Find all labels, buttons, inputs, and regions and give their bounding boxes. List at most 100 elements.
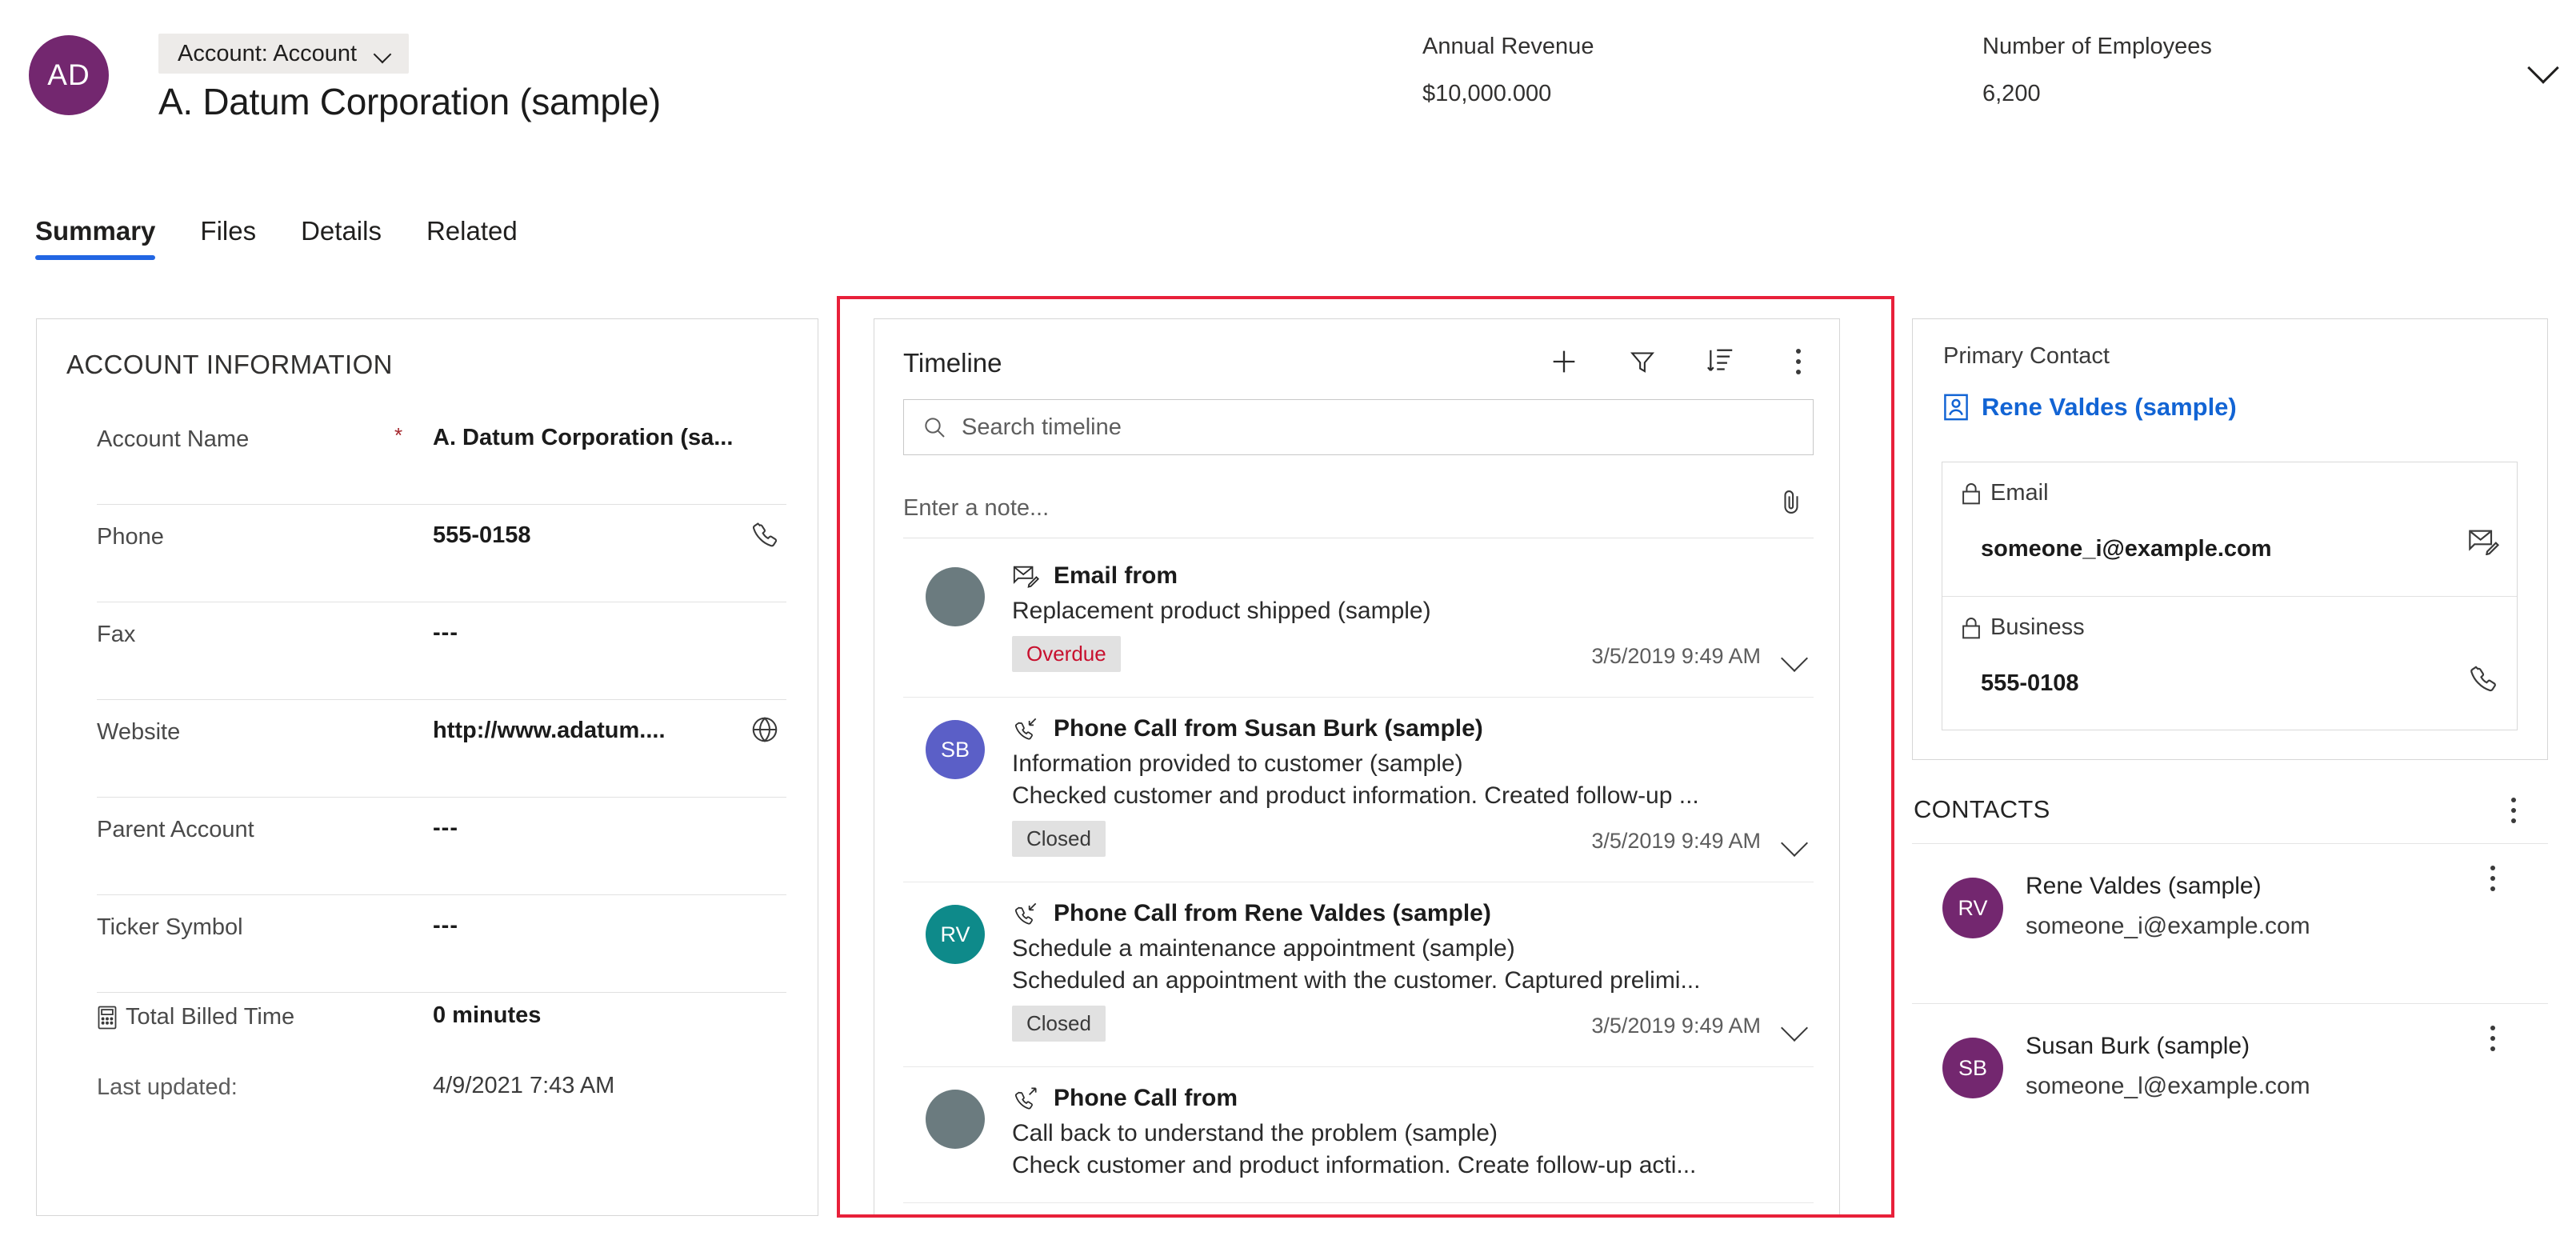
field-value-total-billed-time: 0 minutes bbox=[433, 1002, 542, 1028]
header-stat-value: 6,200 bbox=[1982, 81, 2041, 106]
field-value-account-name[interactable]: A. Datum Corporation (sa... bbox=[433, 425, 733, 451]
search-icon bbox=[922, 414, 947, 440]
email-icon bbox=[1012, 564, 1039, 588]
header-stat-label: Number of Employees bbox=[1982, 34, 2212, 59]
tab-files[interactable]: Files bbox=[200, 216, 256, 260]
chevron-down-icon[interactable] bbox=[1780, 1012, 1810, 1042]
form-tabs: Summary Files Details Related bbox=[35, 216, 518, 260]
search-placeholder: Search timeline bbox=[962, 414, 1122, 440]
timeline-entry-type: Phone Call from bbox=[1054, 1085, 1238, 1111]
field-label-total-billed-time: Total Billed Time bbox=[97, 1004, 294, 1030]
globe-icon[interactable] bbox=[750, 714, 780, 745]
contacts-header: CONTACTS bbox=[1912, 784, 2548, 843]
sort-icon[interactable] bbox=[1703, 344, 1738, 379]
primary-contact-link-text: Rene Valdes (sample) bbox=[1982, 393, 2237, 421]
contacts-heading: CONTACTS bbox=[1914, 795, 2050, 823]
chevron-down-icon bbox=[374, 46, 391, 62]
more-icon[interactable] bbox=[2476, 860, 2510, 897]
avatar bbox=[926, 1090, 985, 1149]
timeline-entry[interactable]: SB Phone Call from Susan Burk (sample) I… bbox=[903, 698, 1814, 882]
field-label-text: Business bbox=[1990, 614, 2085, 640]
status-badge: Closed bbox=[1012, 1006, 1106, 1042]
field-value-phone[interactable]: 555-0158 bbox=[433, 522, 531, 549]
timeline-entry-footer: Closed 3/5/2019 9:49 AM bbox=[1012, 821, 1814, 867]
email-edit-icon[interactable] bbox=[2467, 528, 2499, 560]
field-value-fax[interactable]: --- bbox=[433, 620, 458, 646]
timeline-entry-heading: Phone Call from Susan Burk (sample) bbox=[1012, 715, 1814, 742]
filter-icon[interactable] bbox=[1625, 344, 1660, 379]
timeline-entry-heading: Phone Call from bbox=[1012, 1085, 1814, 1112]
contact-name: Susan Burk (sample) bbox=[2026, 1033, 2250, 1059]
record-header: AD Account: Account A. Datum Corporation… bbox=[0, 0, 2576, 172]
avatar: RV bbox=[1942, 878, 2003, 938]
field-row-last-updated: Last updated: 4/9/2021 7:43 AM bbox=[97, 1070, 786, 1142]
timeline-entry[interactable]: RV Phone Call from Rene Valdes (sample) … bbox=[903, 882, 1814, 1067]
contact-name: Rene Valdes (sample) bbox=[2026, 873, 2262, 899]
account-information-fields: Account Name * A. Datum Corporation (sa.… bbox=[97, 407, 786, 1142]
list-item[interactable]: RV Rene Valdes (sample) someone_i@exampl… bbox=[1912, 843, 2548, 1003]
avatar: AD bbox=[29, 35, 109, 115]
field-label-email: Email bbox=[1962, 480, 2049, 506]
entity-selector-label: Account: Account bbox=[178, 40, 358, 66]
chevron-down-icon[interactable] bbox=[1780, 642, 1810, 673]
tab-related[interactable]: Related bbox=[426, 216, 518, 260]
timeline-entry-date: 3/5/2019 9:49 AM bbox=[1591, 829, 1761, 853]
field-label-text: Email bbox=[1990, 480, 2049, 506]
timeline-actions bbox=[1546, 343, 1815, 380]
primary-contact-card: Primary Contact Rene Valdes (sample) Ema… bbox=[1912, 318, 2548, 760]
timeline-entry-subject: Schedule a maintenance appointment (samp… bbox=[1012, 935, 1515, 962]
avatar-initials: SB bbox=[940, 737, 970, 762]
avatar-initials: RV bbox=[1958, 895, 1988, 920]
avatar-initials: RV bbox=[940, 922, 970, 946]
contact-email: someone_l@example.com bbox=[2026, 1073, 2310, 1099]
field-row-website: Website http://www.adatum.... bbox=[97, 700, 786, 798]
timeline-entries: Email from Replacement product shipped (… bbox=[903, 545, 1814, 1203]
lock-icon bbox=[1962, 617, 1981, 639]
header-stat-number-of-employees: Number of Employees 6,200 bbox=[1982, 34, 2212, 107]
primary-contact-label: Primary Contact bbox=[1943, 343, 2110, 369]
right-panel: Primary Contact Rene Valdes (sample) Ema… bbox=[1912, 318, 2548, 1216]
more-icon[interactable] bbox=[1782, 343, 1815, 380]
attachment-icon[interactable] bbox=[1777, 486, 1809, 521]
phone-icon[interactable] bbox=[750, 519, 780, 550]
field-row-parent-account: Parent Account --- bbox=[97, 798, 786, 895]
phone-incoming-icon bbox=[1012, 901, 1039, 926]
timeline-title: Timeline bbox=[903, 348, 1002, 378]
note-input[interactable]: Enter a note... bbox=[903, 479, 1814, 538]
field-value-parent-account[interactable]: --- bbox=[433, 815, 458, 842]
timeline-entry[interactable]: Email from Replacement product shipped (… bbox=[903, 545, 1814, 698]
more-icon[interactable] bbox=[2497, 792, 2530, 829]
field-value-last-updated: 4/9/2021 7:43 AM bbox=[433, 1073, 615, 1098]
timeline-entry-heading: Email from bbox=[1012, 562, 1814, 590]
avatar bbox=[926, 567, 985, 626]
field-value-email: someone_i@example.com bbox=[1981, 536, 2272, 562]
primary-contact-fields: Email someone_i@example.com Business 555… bbox=[1942, 462, 2518, 730]
phone-icon[interactable] bbox=[2467, 662, 2499, 694]
chevron-down-icon[interactable] bbox=[1780, 827, 1810, 858]
tab-summary[interactable]: Summary bbox=[35, 216, 156, 260]
field-label: Website bbox=[97, 719, 181, 745]
status-badge: Closed bbox=[1012, 821, 1106, 857]
entity-selector-chip[interactable]: Account: Account bbox=[158, 34, 410, 74]
field-label: Parent Account bbox=[97, 817, 254, 842]
add-icon[interactable] bbox=[1546, 344, 1582, 379]
list-item[interactable]: SB Susan Burk (sample) someone_l@example… bbox=[1912, 1003, 2548, 1163]
tab-details[interactable]: Details bbox=[301, 216, 382, 260]
timeline-entry-type: Phone Call from Susan Burk (sample) bbox=[1054, 715, 1483, 742]
timeline-entry-footer: Closed 3/5/2019 9:49 AM bbox=[1012, 1006, 1814, 1052]
contact-icon bbox=[1943, 394, 1969, 421]
field-row-ticker-symbol: Ticker Symbol --- bbox=[97, 895, 786, 993]
field-value-website[interactable]: http://www.adatum.... bbox=[433, 718, 666, 744]
field-label: Account Name bbox=[97, 426, 250, 452]
search-input[interactable]: Search timeline bbox=[903, 399, 1814, 455]
phone-incoming-icon bbox=[1012, 716, 1039, 742]
timeline-card: Timeline Search timeline Enter a note...… bbox=[874, 318, 1840, 1216]
chevron-down-icon[interactable] bbox=[2526, 50, 2562, 85]
more-icon[interactable] bbox=[2476, 1020, 2510, 1057]
field-value-ticker-symbol[interactable]: --- bbox=[433, 913, 458, 939]
header-stat-value: $10,000.000 bbox=[1422, 81, 1552, 106]
timeline-entry[interactable]: Phone Call from Call back to understand … bbox=[903, 1067, 1814, 1203]
field-label: Last updated: bbox=[97, 1074, 238, 1100]
avatar: SB bbox=[1942, 1038, 2003, 1098]
primary-contact-link[interactable]: Rene Valdes (sample) bbox=[1943, 393, 2237, 422]
